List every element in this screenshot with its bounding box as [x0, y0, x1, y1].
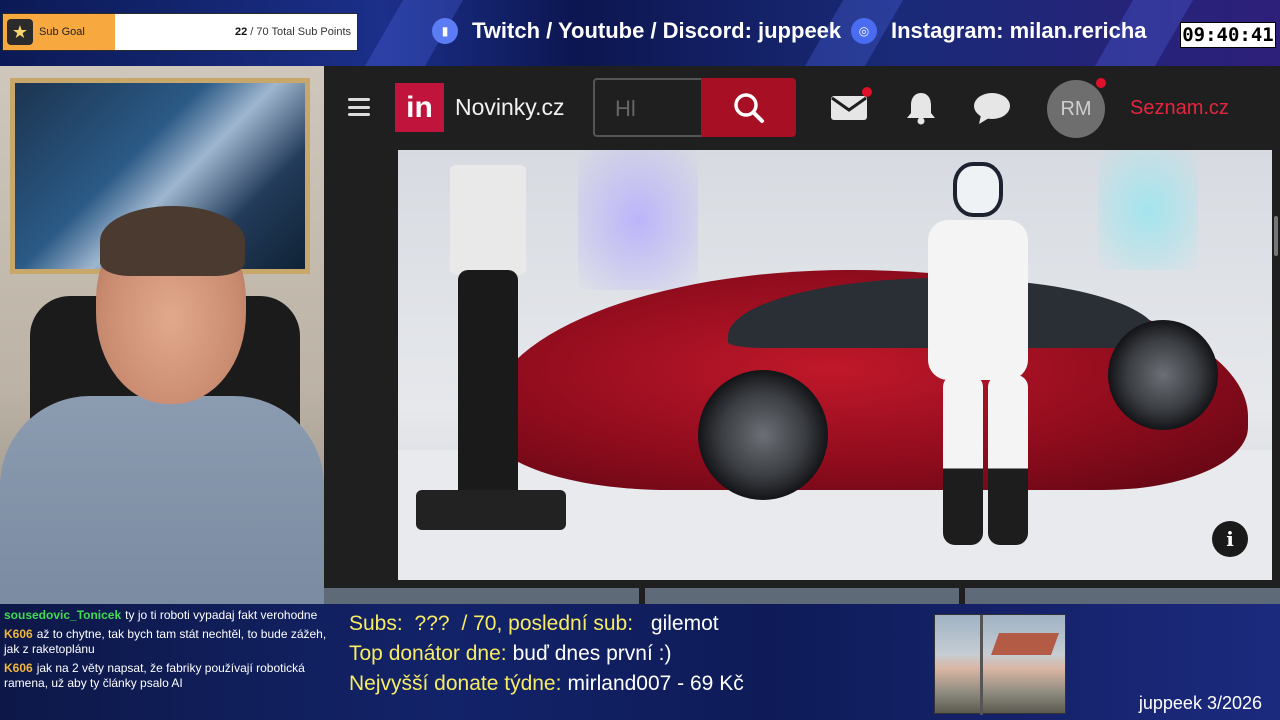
article-hero-image[interactable]: [398, 150, 1272, 580]
top-donator-value: buď dnes první :): [512, 642, 672, 665]
scrollbar[interactable]: [1274, 216, 1278, 256]
mail-notification-dot: [862, 87, 872, 97]
subs-label: Subs:: [349, 612, 403, 635]
robot-body: [928, 220, 1028, 380]
bell-icon: [907, 93, 935, 125]
thumbnail[interactable]: [324, 588, 639, 604]
sub-goal-count: 22 / 70 Total Sub Points: [235, 26, 351, 38]
robot-leg-left: [943, 375, 983, 545]
site-header: in Novinky.cz Hl RM Seznam.cz: [324, 66, 1280, 150]
chat-message: K606 jak na 2 věty napsat, že fabriky pou…: [4, 661, 334, 691]
sub-goal-current: 22: [234, 26, 248, 38]
car-rear-wheel: [1108, 320, 1218, 430]
thumbnail-strip: [324, 588, 1280, 604]
week-donate-label: Nejvyšší donate týdne:: [349, 672, 562, 695]
laser-tracker-base: [416, 490, 566, 530]
streamer-body: [0, 396, 324, 604]
stream-stats: Subs: ??? / 70, poslední sub: gilemot To…: [349, 609, 744, 699]
browser-capture: in Novinky.cz Hl RM Seznam.cz i: [324, 66, 1280, 604]
chat-bubble-icon: [974, 93, 1010, 124]
mail-button[interactable]: [829, 87, 872, 128]
search-input[interactable]: Hl: [593, 78, 703, 137]
week-donate-line: Nejvyšší donate týdne: mirland007 - 69 Kč: [349, 669, 744, 699]
bottom-overlay-bar: sousedovic_Tonicek ty jo ti roboti vypada…: [0, 604, 1280, 720]
laser-tracker-stand: [458, 270, 518, 520]
search-icon: [733, 92, 764, 123]
wall-light: [1098, 150, 1198, 270]
social-instagram: ◎ Instagram: milan.rericha: [851, 18, 1147, 44]
avatar-notification-dot: [1096, 78, 1106, 88]
subs-total: / 70, poslední sub:: [461, 612, 634, 635]
car-front-wheel: [698, 370, 828, 500]
notifications-button[interactable]: [901, 88, 941, 128]
chat-text: ty jo ti roboti vypadaj fakt verohodne: [125, 608, 318, 622]
last-sub-name: gilemot: [650, 612, 719, 635]
chat-button[interactable]: [972, 88, 1012, 128]
wall-light: [578, 150, 698, 290]
chat-username: K606: [4, 661, 33, 675]
site-name[interactable]: Novinky.cz: [455, 94, 565, 121]
robot-leg-right: [988, 375, 1028, 545]
webcam-feed: [0, 66, 324, 604]
novinky-logo[interactable]: in: [395, 83, 444, 132]
social-twitch: ▮ Twitch / Youtube / Discord: juppeek: [432, 18, 841, 44]
week-donate-value: mirland007 - 69 Kč: [567, 672, 744, 695]
sub-goal-title: Sub Goal: [39, 26, 85, 38]
seznam-link[interactable]: Seznam.cz: [1130, 97, 1229, 120]
chat-username: K606: [4, 627, 33, 641]
chat-message: sousedovic_Tonicek ty jo ti roboti vypada…: [4, 608, 334, 623]
clock: 09:40:41: [1180, 22, 1276, 48]
user-avatar[interactable]: RM: [1047, 80, 1105, 138]
outdoor-camera-thumbnail: [934, 614, 1066, 715]
star-icon: ★: [7, 19, 33, 45]
thumbnail[interactable]: [644, 588, 960, 604]
info-button[interactable]: i: [1212, 521, 1248, 557]
laser-tracker-head: [450, 165, 526, 275]
instagram-icon: ◎: [851, 18, 877, 44]
top-overlay-bar: ★ Sub Goal 22 / 70 Total Sub Points ▮ Tw…: [0, 0, 1280, 66]
avatar-initials: RM: [1060, 97, 1092, 120]
twitch-icon: ▮: [432, 18, 458, 44]
streamer-hair: [100, 206, 245, 276]
house-roof: [990, 633, 1060, 655]
social-twitch-text: Twitch / Youtube / Discord: juppeek: [472, 18, 842, 43]
social-instagram-text: Instagram: milan.rericha: [891, 18, 1147, 43]
chat-username: sousedovic_Tonicek: [4, 608, 122, 622]
chat-panel: sousedovic_Tonicek ty jo ti roboti vypada…: [4, 608, 334, 695]
sub-goal-widget: ★ Sub Goal 22 / 70 Total Sub Points: [2, 13, 358, 51]
street-pole: [980, 615, 983, 715]
chat-text: jak na 2 věty napsat, že fabriky používa…: [4, 661, 305, 690]
subs-value: ???: [414, 612, 450, 635]
mail-icon: [831, 96, 867, 120]
footer-brand: juppeek 3/2026: [1138, 693, 1262, 713]
top-donator-line: Top donátor dne: buď dnes první :): [349, 639, 744, 669]
search-button[interactable]: [701, 78, 796, 137]
menu-icon[interactable]: [348, 98, 370, 116]
chat-message: K606 až to chytne, tak bych tam stát nech…: [4, 627, 334, 657]
thumbnail[interactable]: [965, 588, 1280, 604]
sub-goal-progress-fill: ★ Sub Goal: [3, 14, 115, 50]
chat-text: až to chytne, tak bych tam stát nechtěl,…: [4, 627, 327, 656]
subs-line: Subs: ??? / 70, poslední sub: gilemot: [349, 609, 744, 639]
sub-goal-suffix: / 70 Total Sub Points: [250, 26, 351, 38]
top-donator-label: Top donátor dne:: [349, 642, 507, 665]
robot-head: [953, 162, 1003, 217]
